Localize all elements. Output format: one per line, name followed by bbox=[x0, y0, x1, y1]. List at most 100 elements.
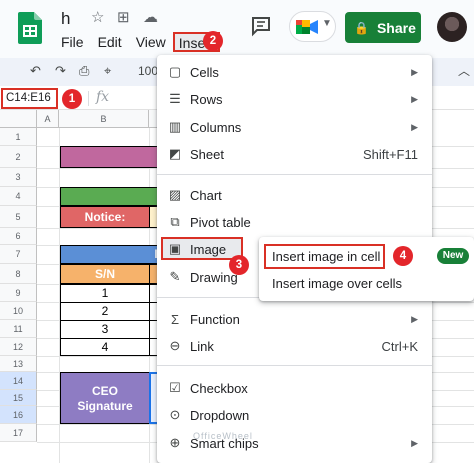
menu-item-function[interactable]: Σ Function ▶ bbox=[157, 306, 432, 332]
sn-header-cell[interactable]: S/N bbox=[60, 264, 150, 284]
submenu-arrow-icon: ▶ bbox=[411, 66, 418, 77]
row-header-4[interactable]: 4 bbox=[0, 187, 37, 206]
menu-item-label: Pivot table bbox=[190, 214, 251, 230]
blue-header-bar[interactable]: I bbox=[60, 245, 160, 264]
row-header-6[interactable]: 6 bbox=[0, 228, 37, 245]
table-border bbox=[60, 302, 160, 303]
menu-item-rows[interactable]: ☰ Rows ▶ bbox=[157, 86, 432, 112]
notice-label: Notice: bbox=[84, 210, 126, 224]
sn-value-4: 4 bbox=[101, 340, 109, 354]
submenu-arrow-icon: ▶ bbox=[411, 313, 418, 324]
link-icon: ⊖ bbox=[169, 338, 181, 353]
table-border bbox=[60, 320, 160, 321]
meet-chevron-icon: ▼ bbox=[322, 18, 332, 29]
row-header-16[interactable]: 16 bbox=[0, 406, 37, 424]
submenu-arrow-icon: ▶ bbox=[411, 93, 418, 104]
row-header-3[interactable]: 3 bbox=[0, 168, 37, 187]
sn-value-1: 1 bbox=[101, 286, 109, 300]
image-icon: ▣ bbox=[168, 241, 182, 256]
drawing-icon: ✎ bbox=[169, 269, 181, 284]
function-icon: Σ bbox=[170, 311, 180, 327]
row-header-5[interactable]: 5 bbox=[0, 206, 37, 228]
menu-item-pivot-table[interactable]: ⧉ Pivot table bbox=[157, 209, 432, 235]
menu-item-label: Rows bbox=[190, 91, 223, 107]
step-badge-3: 3 bbox=[229, 255, 249, 275]
row-header-8[interactable]: 8 bbox=[0, 264, 37, 284]
sheets-logo-icon[interactable] bbox=[18, 12, 42, 44]
ceo-signature-cell[interactable]: CEO Signature bbox=[60, 372, 150, 424]
menu-item-label: Image bbox=[190, 241, 227, 257]
insert-image-over-cells-item[interactable]: Insert image over cells bbox=[272, 276, 402, 291]
menu-item-chart[interactable]: ▨ Chart bbox=[157, 182, 432, 208]
notice-cell[interactable]: Notice: bbox=[60, 206, 150, 228]
step-badge-2: 2 bbox=[203, 31, 223, 51]
menu-item-label: Sheet bbox=[190, 146, 224, 162]
chart-icon: ▨ bbox=[168, 187, 182, 202]
row-header-10[interactable]: 10 bbox=[0, 302, 37, 320]
shortcut-label: Shift+F11 bbox=[362, 146, 418, 162]
select-all-corner[interactable] bbox=[0, 110, 37, 128]
column-header-a[interactable]: A bbox=[37, 110, 59, 128]
paint-format-icon[interactable]: ⌖ bbox=[104, 63, 111, 79]
fx-icon: fx bbox=[96, 89, 110, 105]
row-header-17[interactable]: 17 bbox=[0, 424, 37, 442]
checkbox-icon: ☑ bbox=[169, 380, 181, 395]
menu-item-sheet[interactable]: ◩ Sheet Shift+F11 bbox=[157, 141, 432, 167]
menu-item-label: Drawing bbox=[190, 269, 238, 285]
menu-bar: File Edit View Insert bbox=[54, 32, 220, 52]
redo-icon[interactable]: ↷ bbox=[55, 63, 66, 79]
share-label: Share bbox=[376, 19, 416, 36]
menu-item-dropdown[interactable]: ⊙ Dropdown bbox=[157, 402, 432, 428]
green-bar[interactable] bbox=[60, 187, 160, 206]
row-header-13[interactable]: 13 bbox=[0, 356, 37, 372]
document-title[interactable]: h bbox=[61, 9, 70, 29]
comment-icon[interactable] bbox=[250, 15, 272, 37]
row-header-12[interactable]: 12 bbox=[0, 338, 37, 356]
menu-view[interactable]: View bbox=[129, 32, 173, 52]
google-sheets-window: h ☆ ⊞ ☁ File Edit View Insert ▼ 🔒 Share … bbox=[0, 0, 474, 463]
lock-icon: 🔒 bbox=[354, 20, 369, 35]
cells-icon: ▢ bbox=[168, 64, 182, 79]
row-header-15[interactable]: 15 bbox=[0, 390, 37, 406]
menu-item-label: Columns bbox=[190, 119, 242, 135]
row-header-2[interactable]: 2 bbox=[0, 146, 37, 168]
menu-item-checkbox[interactable]: ☑ Checkbox bbox=[157, 375, 432, 401]
sn-value-2: 2 bbox=[101, 304, 109, 318]
menu-item-cells[interactable]: ▢ Cells ▶ bbox=[157, 59, 432, 85]
submenu-arrow-icon: ▶ bbox=[411, 121, 418, 132]
row-header-11[interactable]: 11 bbox=[0, 320, 37, 338]
watermark: OfficeWheel bbox=[193, 431, 253, 441]
name-box[interactable]: C14:E16 bbox=[1, 88, 58, 109]
cloud-status-icon[interactable]: ☁ bbox=[143, 9, 158, 27]
row-header-14[interactable]: 14 bbox=[0, 372, 37, 390]
row-header-1[interactable]: 1 bbox=[0, 128, 37, 146]
new-badge: New bbox=[437, 248, 469, 264]
columns-icon: ▥ bbox=[168, 119, 182, 134]
menu-file[interactable]: File bbox=[54, 32, 91, 52]
insert-image-in-cell-item[interactable]: Insert image in cell bbox=[264, 244, 385, 269]
print-icon[interactable]: ⎙ bbox=[79, 63, 89, 79]
rows-icon: ☰ bbox=[169, 91, 181, 106]
share-button[interactable]: 🔒 Share bbox=[345, 12, 421, 43]
meet-camera-icon bbox=[296, 20, 318, 34]
avatar[interactable] bbox=[437, 12, 467, 42]
shortcut-label: Ctrl+K bbox=[381, 338, 418, 354]
row-header-7[interactable]: 7 bbox=[0, 245, 37, 264]
column-header-b[interactable]: B bbox=[59, 110, 149, 128]
pink-title-bar[interactable] bbox=[60, 146, 160, 168]
menu-divider bbox=[157, 365, 432, 366]
table-border bbox=[60, 338, 160, 339]
dropdown-icon: ⊙ bbox=[169, 407, 181, 422]
menu-edit[interactable]: Edit bbox=[91, 32, 129, 52]
menu-item-label: Cells bbox=[190, 64, 219, 80]
move-folder-icon[interactable]: ⊞ bbox=[117, 9, 130, 27]
formula-separator bbox=[88, 91, 89, 106]
menu-item-link[interactable]: ⊖ Link Ctrl+K bbox=[157, 333, 432, 359]
star-icon[interactable]: ☆ bbox=[91, 9, 104, 27]
smart-chips-icon: ⊕ bbox=[169, 435, 181, 450]
row-header-9[interactable]: 9 bbox=[0, 284, 37, 302]
undo-icon[interactable]: ↶ bbox=[30, 63, 41, 79]
sn-header-label: S/N bbox=[94, 267, 115, 281]
menu-item-columns[interactable]: ▥ Columns ▶ bbox=[157, 114, 432, 140]
collapse-toolbar-icon[interactable]: ︿ bbox=[458, 62, 470, 79]
